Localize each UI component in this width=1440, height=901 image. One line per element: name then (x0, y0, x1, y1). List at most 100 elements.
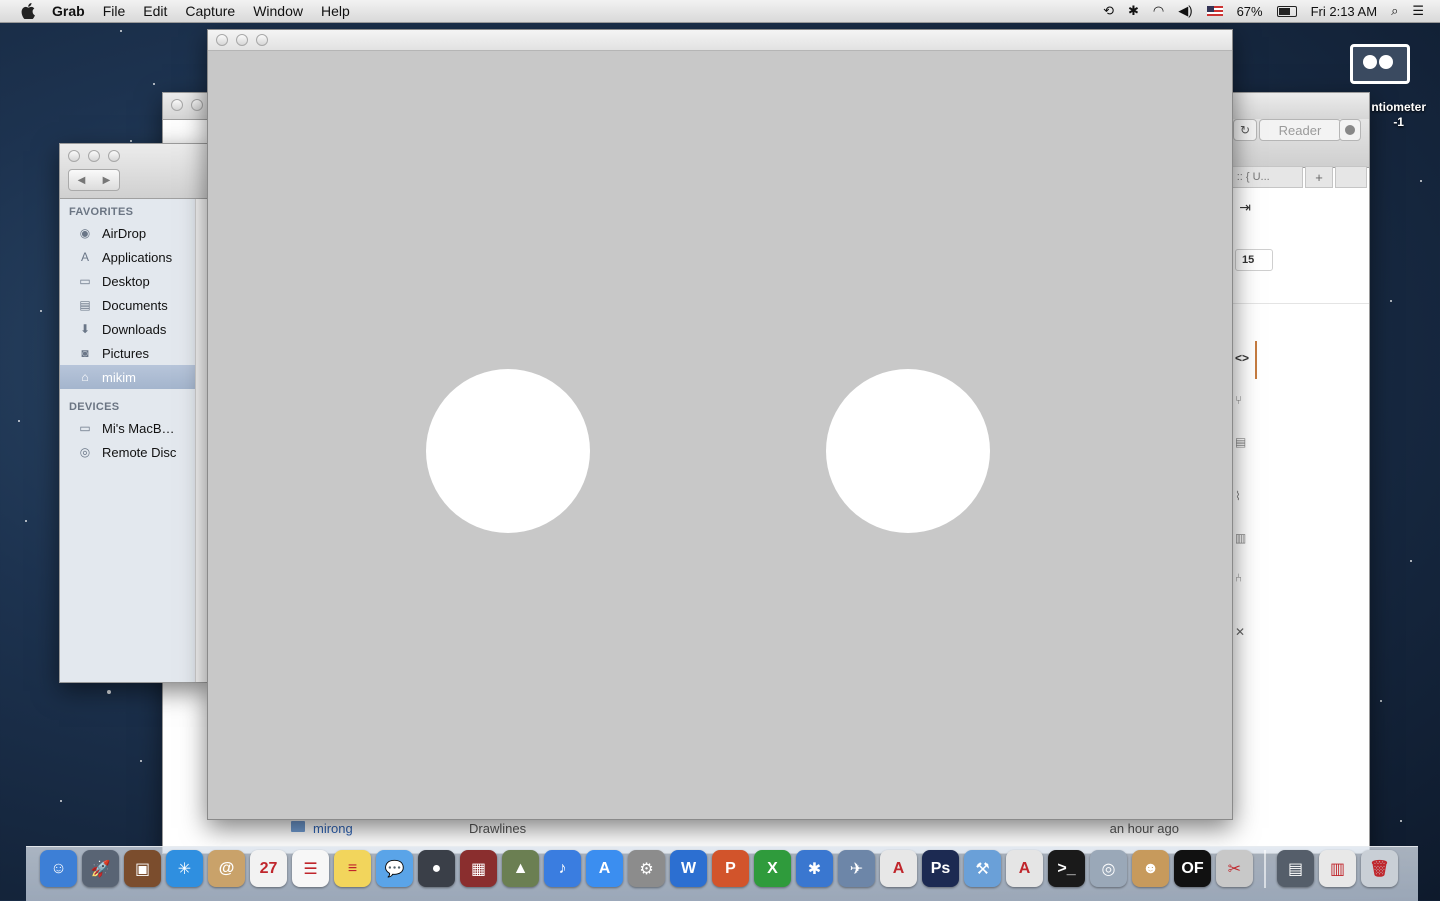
sidebar-item-label: Pictures (102, 345, 149, 361)
menu-help[interactable]: Help (321, 3, 350, 19)
downloads-button[interactable] (1339, 119, 1361, 141)
time-machine-icon[interactable]: ⟲ (1103, 3, 1114, 19)
zoom-button[interactable] (108, 150, 120, 162)
forward-arrow-icon[interactable]: ▶ (94, 170, 119, 190)
network-icon[interactable]: ⑃ (1235, 571, 1242, 585)
sidebar-item-downloads[interactable]: ⬇ Downloads (60, 317, 195, 341)
sketch-titlebar[interactable] (208, 30, 1232, 51)
tab-overview-button[interactable] (1335, 166, 1367, 188)
processing-icon[interactable]: OF (1174, 850, 1211, 887)
minimize-button[interactable] (236, 34, 248, 46)
wifi-icon[interactable]: ◠ (1153, 3, 1164, 19)
laptop-icon: ▭ (79, 421, 91, 435)
excel-icon[interactable]: X (754, 850, 791, 887)
finder-traffic-lights (68, 150, 120, 162)
exit-icon[interactable]: ⇥ (1239, 199, 1251, 216)
browser-tab[interactable]: ) :: { U... (1223, 166, 1303, 188)
facetime-icon[interactable]: ● (418, 850, 455, 887)
iphoto-icon[interactable]: ▲ (502, 850, 539, 887)
desktop-item-label[interactable]: ntiometer -1 (1371, 100, 1426, 130)
terminal-icon[interactable]: >_ (1048, 850, 1085, 887)
graph-icon[interactable]: ▥ (1235, 531, 1246, 545)
tools-icon[interactable]: ✕ (1235, 625, 1245, 639)
sidebar-item-macbook[interactable]: ▭ Mi's MacB… (60, 416, 195, 440)
system-preferences-icon[interactable]: ⚙ (628, 850, 665, 887)
messages-icon[interactable]: 💬 (376, 850, 413, 887)
apple-menu-icon[interactable] (18, 3, 38, 19)
browser-traffic-lights (171, 99, 203, 111)
itunes-icon[interactable]: ♪ (544, 850, 581, 887)
flag-icon[interactable] (1206, 6, 1223, 16)
documents-stack-icon[interactable]: ▤ (1277, 850, 1314, 887)
powerpoint-icon[interactable]: P (712, 850, 749, 887)
menu-file[interactable]: File (103, 3, 126, 19)
battery-icon[interactable] (1276, 5, 1297, 17)
downloads-stack-icon[interactable]: ▥ (1319, 850, 1356, 887)
acrobat-icon[interactable]: A (880, 850, 917, 887)
bluetooth-icon[interactable]: ✱ (796, 850, 833, 887)
minimize-button[interactable] (88, 150, 100, 162)
new-tab-button[interactable]: + (1305, 166, 1333, 188)
reload-icon[interactable]: ↻ (1233, 119, 1257, 141)
close-button[interactable] (171, 99, 183, 111)
sidebar-item-home[interactable]: ⌂ mikim (60, 365, 195, 389)
trash-icon[interactable]: 🗑 (1361, 850, 1398, 887)
safari-icon[interactable]: ✳ (166, 850, 203, 887)
code-icon[interactable]: <> (1235, 351, 1249, 365)
zoom-button[interactable] (256, 34, 268, 46)
preview-icon[interactable]: ✈ (838, 850, 875, 887)
close-button[interactable] (68, 150, 80, 162)
drive-icon[interactable] (1350, 44, 1410, 84)
xcode-icon[interactable]: ⚒ (964, 850, 1001, 887)
sidebar-item-airdrop[interactable]: ◉ AirDrop (60, 221, 195, 245)
menu-window[interactable]: Window (253, 3, 303, 19)
right-circle (826, 369, 990, 533)
finder-sidebar: FAVORITES ◉ AirDrop A Applications ▭ Deskto… (60, 199, 196, 682)
notes-icon[interactable]: ≡ (334, 850, 371, 887)
grab-icon[interactable]: ✂ (1216, 850, 1253, 887)
sidebar-item-desktop[interactable]: ▭ Desktop (60, 269, 195, 293)
sketch-traffic-lights (216, 34, 268, 46)
close-button[interactable] (216, 34, 228, 46)
airdrop-icon: ◉ (79, 226, 91, 240)
reminders-icon[interactable]: ☰ (292, 850, 329, 887)
app-store-icon[interactable]: A (586, 850, 623, 887)
calendar-icon[interactable]: 27 (250, 850, 287, 887)
file-name[interactable]: mirong (313, 821, 469, 836)
sidebar-item-applications[interactable]: A Applications (60, 245, 195, 269)
menu-edit[interactable]: Edit (143, 3, 167, 19)
menu-capture[interactable]: Capture (185, 3, 235, 19)
spotlight-icon[interactable]: ⌕ (1391, 3, 1398, 19)
battery-percent[interactable]: 67% (1237, 4, 1263, 19)
file-modified: an hour ago (1109, 820, 1179, 836)
back-arrow-icon[interactable]: ◀ (69, 170, 94, 190)
photoshop-icon[interactable]: Ps (922, 850, 959, 887)
book-icon[interactable]: ▤ (1235, 435, 1246, 449)
pictures-icon: ◙ (81, 346, 89, 360)
home-icon: ⌂ (81, 370, 89, 384)
sketch-window (207, 29, 1233, 820)
pulse-icon[interactable]: ⌇ (1235, 489, 1241, 503)
photo-viewer-icon[interactable]: ▦ (460, 850, 497, 887)
menu-app-name[interactable]: Grab (52, 3, 85, 19)
sidebar-item-remote-disc[interactable]: ◎ Remote Disc (60, 440, 195, 464)
finder-window: ◀ ▶ FAVORITES ◉ AirDrop A Applications ▭ Des… (59, 143, 211, 683)
status-area: ⟲ ✱ ◠ ◀) 67% Fri 2:13 AM ⌕ ☰ (1103, 0, 1424, 22)
clock[interactable]: Fri 2:13 AM (1311, 4, 1377, 19)
image-capture-icon[interactable]: ◎ (1090, 850, 1127, 887)
notification-center-icon[interactable]: ☰ (1412, 3, 1424, 19)
photo-booth-icon[interactable]: ▣ (124, 850, 161, 887)
word-icon[interactable]: W (670, 850, 707, 887)
volume-icon[interactable]: ◀) (1178, 3, 1192, 19)
pull-request-icon[interactable]: ⑂ (1235, 393, 1242, 407)
reader-button[interactable]: Reader (1259, 119, 1341, 141)
sidebar-item-documents[interactable]: ▤ Documents (60, 293, 195, 317)
adobe-reader-icon[interactable]: A (1006, 850, 1043, 887)
finder-icon[interactable]: ☺ (40, 850, 77, 887)
minimize-button[interactable] (191, 99, 203, 111)
bluetooth-status-icon[interactable]: ✱ (1128, 3, 1139, 19)
contacts-icon[interactable]: @ (208, 850, 245, 887)
github-icon[interactable]: ☻ (1132, 850, 1169, 887)
sidebar-item-pictures[interactable]: ◙ Pictures (60, 341, 195, 365)
launchpad-icon[interactable]: 🚀 (82, 850, 119, 887)
